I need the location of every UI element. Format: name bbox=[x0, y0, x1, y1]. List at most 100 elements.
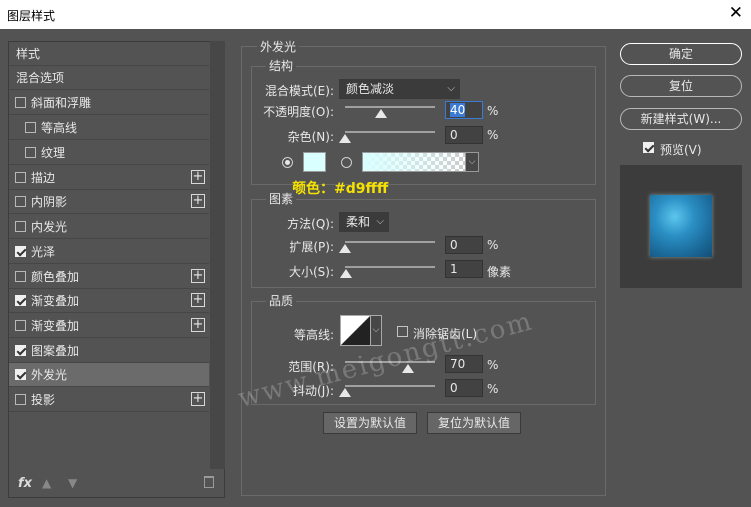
styles-list-scrollbar[interactable] bbox=[210, 41, 225, 469]
gradient-overlay-2-checkbox[interactable] bbox=[15, 320, 26, 331]
item-label: 描边 bbox=[31, 171, 56, 185]
size-label: 大小(S): bbox=[288, 265, 334, 279]
elements-title: 图素 bbox=[266, 190, 297, 207]
opacity-unit: % bbox=[487, 104, 499, 118]
outer-glow-item[interactable]: 外发光 bbox=[9, 363, 209, 387]
chevron-down-icon: ⌵ bbox=[376, 216, 384, 227]
spread-slider-track[interactable] bbox=[345, 241, 435, 243]
contour-checkbox[interactable] bbox=[25, 122, 36, 133]
add-color-overlay-button[interactable]: + bbox=[191, 269, 205, 283]
antialias-checkbox[interactable] bbox=[397, 326, 408, 337]
spread-label: 扩展(P): bbox=[289, 240, 334, 254]
item-label: 内发光 bbox=[31, 220, 68, 234]
size-input[interactable]: 1 bbox=[445, 260, 483, 278]
item-label: 图案叠加 bbox=[31, 344, 80, 358]
jitter-slider-track[interactable] bbox=[345, 385, 435, 387]
ok-button[interactable]: 确定 bbox=[620, 43, 742, 65]
color-overlay-checkbox[interactable] bbox=[15, 271, 26, 282]
inner-glow-checkbox[interactable] bbox=[15, 221, 26, 232]
color-overlay-item[interactable]: 颜色叠加 + bbox=[9, 265, 209, 289]
add-gradient-overlay-button[interactable]: + bbox=[191, 293, 205, 307]
blending-options-item[interactable]: 混合选项 bbox=[9, 66, 209, 90]
noise-slider-thumb[interactable] bbox=[339, 134, 351, 143]
item-label: 内阴影 bbox=[31, 195, 68, 209]
texture-subitem[interactable]: 纹理 bbox=[9, 141, 209, 165]
make-default-button[interactable]: 设置为默认值 bbox=[323, 412, 417, 434]
item-label: 渐变叠加 bbox=[31, 319, 80, 333]
inner-shadow-item[interactable]: 内阴影 + bbox=[9, 190, 209, 214]
gradient-overlay-checkbox[interactable] bbox=[15, 295, 26, 306]
noise-slider-track[interactable] bbox=[345, 131, 435, 133]
styles-header-item[interactable]: 样式 bbox=[9, 42, 209, 66]
glow-color-swatch[interactable] bbox=[303, 152, 326, 172]
technique-dropdown[interactable]: 柔和 ⌵ bbox=[339, 212, 389, 232]
bevel-emboss-item[interactable]: 斜面和浮雕 bbox=[9, 91, 209, 115]
structure-title: 结构 bbox=[266, 57, 297, 74]
reset-default-button[interactable]: 复位为默认值 bbox=[427, 412, 521, 434]
glow-gradient-picker[interactable] bbox=[362, 152, 466, 172]
preview-thumbnail bbox=[650, 195, 712, 257]
chevron-down-icon: ⌵ bbox=[447, 83, 455, 94]
contour-preview[interactable] bbox=[340, 315, 371, 346]
gradient-dropdown-chevron[interactable]: ⌵ bbox=[466, 152, 479, 172]
reset-button[interactable]: 复位 bbox=[620, 75, 742, 97]
satin-item[interactable]: 光泽 bbox=[9, 240, 209, 264]
outer-glow-checkbox[interactable] bbox=[15, 369, 26, 380]
item-label: 斜面和浮雕 bbox=[31, 96, 92, 110]
gradient-overlay-item-2[interactable]: 渐变叠加 + bbox=[9, 314, 209, 338]
add-drop-shadow-button[interactable]: + bbox=[191, 392, 205, 406]
contour-dropdown-chevron[interactable]: ⌵ bbox=[371, 315, 382, 346]
item-label: 颜色叠加 bbox=[31, 270, 80, 284]
preview-label: 预览(V) bbox=[660, 143, 702, 157]
stroke-checkbox[interactable] bbox=[15, 172, 26, 183]
gradient-overlay-item[interactable]: 渐变叠加 + bbox=[9, 289, 209, 313]
size-unit: 像素 bbox=[487, 265, 512, 279]
texture-checkbox[interactable] bbox=[25, 147, 36, 158]
inner-glow-item[interactable]: 内发光 bbox=[9, 215, 209, 239]
blend-mode-value: 颜色减淡 bbox=[346, 82, 395, 96]
technique-value: 柔和 bbox=[346, 215, 371, 229]
outer-glow-title: 外发光 bbox=[257, 38, 300, 55]
blend-mode-dropdown[interactable]: 颜色减淡 ⌵ bbox=[339, 79, 460, 99]
satin-checkbox[interactable] bbox=[15, 246, 26, 257]
add-gradient-overlay-2-button[interactable]: + bbox=[191, 318, 205, 332]
fx-icon[interactable]: fx bbox=[18, 476, 32, 491]
move-down-icon[interactable]: ▼ bbox=[68, 476, 77, 490]
close-icon[interactable]: ✕ bbox=[729, 3, 743, 23]
contour-subitem[interactable]: 等高线 bbox=[9, 116, 209, 140]
drop-shadow-item[interactable]: 投影 + bbox=[9, 388, 209, 412]
jitter-input[interactable]: 0 bbox=[445, 379, 483, 397]
gradient-radio[interactable] bbox=[341, 157, 352, 168]
opacity-slider-track[interactable] bbox=[345, 106, 435, 108]
range-unit: % bbox=[487, 358, 499, 372]
opacity-slider-thumb[interactable] bbox=[375, 109, 387, 118]
inner-shadow-checkbox[interactable] bbox=[15, 196, 26, 207]
pattern-overlay-item[interactable]: 图案叠加 bbox=[9, 339, 209, 363]
solid-color-radio[interactable] bbox=[282, 157, 293, 168]
drop-shadow-checkbox[interactable] bbox=[15, 394, 26, 405]
opacity-input[interactable]: 40 bbox=[445, 101, 483, 119]
item-label: 纹理 bbox=[41, 146, 66, 160]
dialog-title: 图层样式 bbox=[7, 9, 56, 23]
item-label: 渐变叠加 bbox=[31, 294, 80, 308]
new-style-button[interactable]: 新建样式(W)... bbox=[620, 108, 742, 130]
noise-input[interactable]: 0 bbox=[445, 126, 483, 144]
size-slider-track[interactable] bbox=[345, 266, 435, 268]
style-preview bbox=[620, 165, 742, 288]
preview-checkbox[interactable] bbox=[643, 142, 654, 153]
stroke-item[interactable]: 描边 + bbox=[9, 166, 209, 190]
size-slider-thumb[interactable] bbox=[340, 269, 352, 278]
add-stroke-button[interactable]: + bbox=[191, 170, 205, 184]
noise-label: 杂色(N): bbox=[287, 130, 334, 144]
trash-icon[interactable] bbox=[204, 476, 214, 488]
move-up-icon[interactable]: ▲ bbox=[42, 476, 51, 490]
spread-slider-thumb[interactable] bbox=[339, 244, 351, 253]
pattern-overlay-checkbox[interactable] bbox=[15, 345, 26, 356]
add-inner-shadow-button[interactable]: + bbox=[191, 194, 205, 208]
color-annotation: 颜色：#d9ffff bbox=[292, 181, 389, 197]
item-label: 样式 bbox=[16, 47, 41, 61]
bevel-emboss-checkbox[interactable] bbox=[15, 97, 26, 108]
styles-list-toolbar: fx ▲ ▼ bbox=[8, 474, 225, 496]
spread-input[interactable]: 0 bbox=[445, 236, 483, 254]
jitter-slider-thumb[interactable] bbox=[339, 388, 351, 397]
